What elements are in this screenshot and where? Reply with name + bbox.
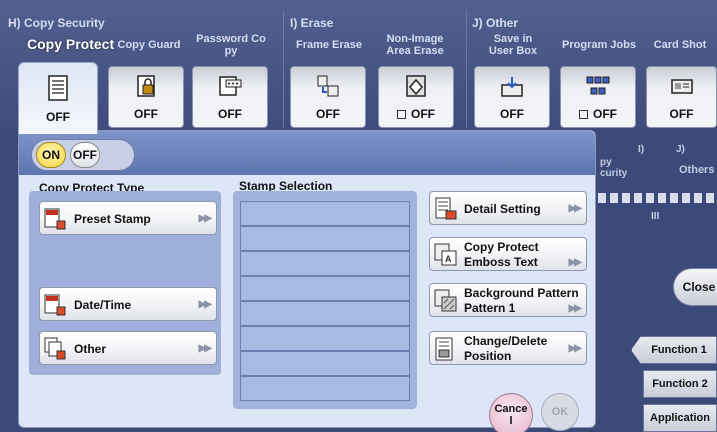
stamp-row[interactable] <box>240 201 410 226</box>
copy-guard-value: OFF <box>134 107 158 121</box>
svg-text:A: A <box>445 254 452 264</box>
detail-setting-label: Detail Setting <box>464 202 541 216</box>
date-time-button[interactable]: Date/Time ▶▶ <box>39 287 217 321</box>
emboss-text-icon: A <box>434 243 457 266</box>
double-arrow-icon: ▶▶ <box>568 303 582 314</box>
other-stamp-icon <box>44 337 66 360</box>
group-copy-security: H) Copy Security <box>8 16 105 30</box>
copy-protect-panel: ON OFF Copy Protect Type Preset Stamp ▶▶… <box>18 130 596 432</box>
ok-button[interactable]: OK <box>541 393 579 431</box>
group-other: J) Other <box>472 16 519 30</box>
double-arrow-icon: ▶▶ <box>198 343 212 354</box>
non-image-area-erase-value: OFF <box>379 107 453 121</box>
double-arrow-icon: ▶▶ <box>568 343 582 354</box>
password-copy-button[interactable]: OFF <box>192 66 268 128</box>
stamp-row[interactable] <box>240 326 410 351</box>
background-pattern-button[interactable]: Background Pattern Pattern 1 ▶▶ <box>429 283 587 317</box>
bg-security-label: py curity <box>600 157 628 179</box>
background-pattern-line1: Background Pattern <box>464 286 579 300</box>
card-shot-value: OFF <box>669 107 694 121</box>
card-shot-icon <box>670 79 693 94</box>
copy-protect-line1: Copy Protect <box>464 240 539 254</box>
stamp-selection-list <box>233 191 417 409</box>
panel-header: ON OFF <box>19 131 595 175</box>
bg-col-j: J) <box>676 144 685 155</box>
checkbox-icon <box>397 110 406 119</box>
function-bar: H) Copy Security I) Erase J) Other Copy … <box>0 0 717 132</box>
cancel-button[interactable]: Cance l <box>489 393 533 432</box>
col-program-jobs: Program Jobs <box>562 39 636 51</box>
copy-protect-title: Copy Protect <box>27 36 115 52</box>
double-arrow-icon: ▶▶ <box>198 299 212 310</box>
frame-erase-icon <box>317 75 339 97</box>
frame-erase-button[interactable]: OFF <box>290 66 366 128</box>
program-jobs-value: OFF <box>561 107 635 121</box>
copy-protect-value: OFF <box>46 110 70 124</box>
stamp-row[interactable] <box>240 301 410 326</box>
save-in-user-box-button[interactable]: OFF <box>474 66 550 128</box>
non-image-area-erase-icon <box>406 75 426 97</box>
col-frame-erase: Frame Erase <box>295 39 363 51</box>
copy-protect-icon <box>48 75 68 101</box>
bg-tab-strip <box>598 193 717 203</box>
double-arrow-icon: ▶▶ <box>568 257 582 268</box>
preset-stamp-icon <box>44 208 66 230</box>
stamp-row[interactable] <box>240 226 410 251</box>
checkbox-icon <box>579 110 588 119</box>
date-time-label: Date/Time <box>74 298 132 312</box>
application-tab[interactable]: Application <box>643 404 717 432</box>
preset-stamp-button[interactable]: Preset Stamp ▶▶ <box>39 201 217 235</box>
function-1-tab[interactable]: Function 1 <box>631 336 717 364</box>
background-pattern-line2: Pattern 1 <box>464 301 516 315</box>
background-pattern-icon <box>434 289 457 312</box>
save-in-user-box-value: OFF <box>500 107 524 121</box>
col-save-in-user-box: Save in User Box <box>488 33 538 57</box>
save-in-box-icon <box>501 77 523 97</box>
stamp-row[interactable] <box>240 376 410 401</box>
copy-guard-icon <box>137 75 155 97</box>
password-copy-icon <box>219 76 242 96</box>
close-button[interactable]: Close <box>673 268 717 306</box>
copy-guard-button[interactable]: OFF <box>108 66 184 128</box>
group-divider <box>466 10 467 128</box>
date-time-icon <box>44 294 66 316</box>
change-delete-line2: Position <box>464 349 512 363</box>
stamp-row[interactable] <box>240 251 410 276</box>
col-copy-guard: Copy Guard <box>117 39 181 51</box>
function-2-tab[interactable]: Function 2 <box>643 370 717 398</box>
position-icon <box>435 337 453 361</box>
bg-col-i: I) <box>638 144 645 155</box>
double-arrow-icon: ▶▶ <box>568 203 582 214</box>
copy-protect-tab[interactable]: OFF <box>18 62 98 134</box>
card-shot-button[interactable]: OFF <box>646 66 717 128</box>
copy-protect-line2: Emboss Text <box>464 255 538 269</box>
group-divider <box>283 10 284 128</box>
other-label: Other <box>74 342 107 356</box>
stamp-row[interactable] <box>240 276 410 301</box>
non-image-area-erase-button[interactable]: OFF <box>378 66 454 128</box>
detail-setting-button[interactable]: Detail Setting ▶▶ <box>429 191 587 225</box>
program-jobs-button[interactable]: OFF <box>560 66 636 128</box>
stamp-row[interactable] <box>240 351 410 376</box>
preset-stamp-label: Preset Stamp <box>74 212 151 226</box>
other-button[interactable]: Other ▶▶ <box>39 331 217 365</box>
change-delete-position-button[interactable]: Change/Delete Position ▶▶ <box>429 331 587 365</box>
on-button[interactable]: ON <box>36 142 66 168</box>
col-card-shot: Card Shot <box>653 39 707 51</box>
frame-erase-value: OFF <box>316 107 340 121</box>
change-delete-line1: Change/Delete <box>464 334 548 348</box>
group-erase: I) Erase <box>290 16 334 30</box>
bg-others: Others <box>679 164 715 176</box>
on-off-toggle[interactable]: ON OFF <box>31 139 135 171</box>
double-arrow-icon: ▶▶ <box>198 213 212 224</box>
off-button[interactable]: OFF <box>70 142 100 168</box>
col-non-image-area-erase: Non-Image Area Erase <box>386 33 444 57</box>
bg-scroll-mark: III <box>651 211 660 222</box>
program-jobs-icon <box>586 76 610 95</box>
copy-protect-emboss-button[interactable]: A Copy Protect Emboss Text ▶▶ <box>429 237 587 271</box>
col-password-copy: Password Co py <box>196 33 266 57</box>
detail-setting-icon <box>435 197 457 220</box>
password-copy-value: OFF <box>218 107 242 121</box>
